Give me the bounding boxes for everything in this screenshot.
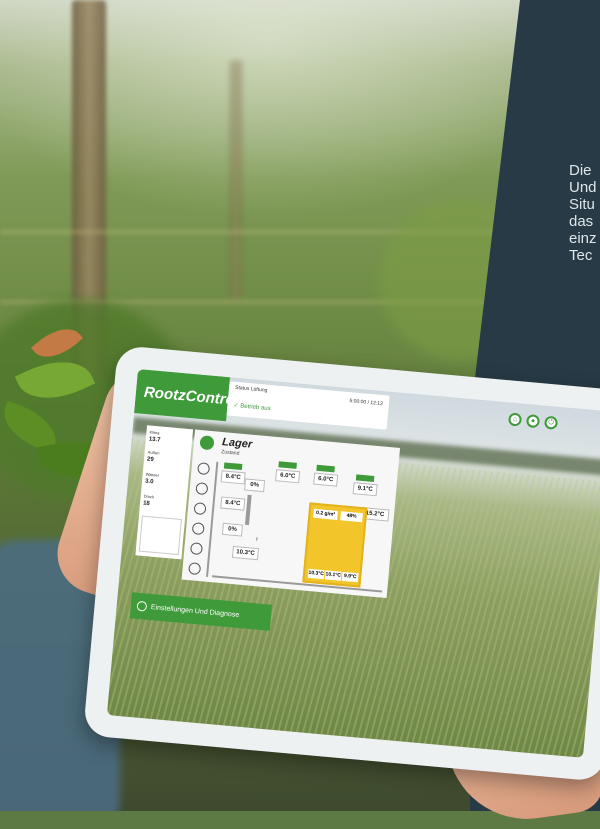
- sensor-icon[interactable]: [189, 542, 203, 556]
- wall-line: [206, 461, 219, 577]
- heater-icon[interactable]: [193, 502, 207, 516]
- climate-row-value: 3.0: [144, 478, 154, 486]
- settings-label: Einstellungen Und Diagnose: [150, 603, 240, 619]
- leaf-logo-icon: [199, 435, 215, 451]
- home-icon[interactable]: ⌂: [507, 412, 523, 427]
- temp-value: 8.4°C: [220, 496, 246, 511]
- climate-row-label: Wasser: [145, 471, 160, 478]
- climate-row-label: Druck: [143, 493, 155, 500]
- percent-value: 0%: [221, 522, 243, 537]
- status-header: Status Lüftung ✓ Betrieb aus 5:00:00 / 1…: [226, 381, 390, 430]
- climate-row-value: 29: [146, 456, 154, 464]
- climate-row-label: Außen: [147, 449, 160, 456]
- co2-value: 0.2 g/m³: [313, 508, 338, 520]
- panel-line: einz: [569, 230, 597, 247]
- app-brand: RootzControl: [134, 368, 240, 422]
- sensor-chip: [278, 461, 297, 469]
- climate-row-label: Klima: [149, 429, 160, 436]
- storage-bin-area: 0.2 g/m³ 48% 10.3°C 10.1°C 9.9°C: [302, 502, 368, 588]
- panel-text: Die Und Situ das einz Tec: [569, 162, 597, 264]
- climate-chart-box: [138, 515, 182, 556]
- valve-icon[interactable]: [191, 522, 205, 536]
- fan-icon[interactable]: [195, 482, 209, 496]
- user-icon[interactable]: ●: [525, 414, 541, 429]
- tree-trunk: [230, 60, 242, 300]
- temp-value: 9.1°C: [352, 482, 378, 497]
- tablet-screen: RootzControl Status Lüftung ✓ Betrieb au…: [106, 368, 600, 758]
- status-label: Status Lüftung: [234, 384, 268, 394]
- sensor-label: ÿ: [255, 535, 259, 542]
- sensor-chip: [223, 462, 243, 471]
- temp-value: 10.1°C: [324, 570, 342, 581]
- status-text: ✓ Betrieb aus: [233, 402, 271, 413]
- percent-value: 48%: [340, 511, 363, 523]
- panel-line: das: [569, 213, 594, 230]
- temp-value: 8.4°C: [220, 470, 246, 485]
- power-icon[interactable]: ⏻: [543, 415, 559, 430]
- temp-value: 9.9°C: [341, 571, 359, 583]
- panel-line: Und: [569, 179, 597, 196]
- gear-icon: [136, 600, 148, 612]
- storage-map: Lager Zustand 8.4°C 6.0°C 6.0°C 9.1°C 0%…: [181, 429, 401, 599]
- duct: [244, 494, 252, 526]
- panel-line: Die: [569, 162, 592, 179]
- map-subtitle: Zustand: [221, 449, 240, 457]
- status-time: 5:00:00 / 12:12: [349, 398, 384, 408]
- panel-line: Situ: [569, 196, 595, 213]
- tablet-body: RootzControl Status Lüftung ✓ Betrieb au…: [82, 345, 600, 782]
- temp-value: 6.0°C: [313, 472, 339, 487]
- temp-value: 10.3°C: [307, 568, 325, 580]
- temp-value: 6.0°C: [275, 469, 301, 484]
- fan-icon[interactable]: [197, 462, 211, 476]
- panel-line: Tec: [569, 247, 593, 264]
- climate-row-value: 18: [142, 500, 151, 508]
- temp-value: 10.3°C: [231, 545, 259, 561]
- pump-icon[interactable]: [188, 562, 202, 576]
- percent-value: 0%: [244, 478, 266, 493]
- climate-row-value: 13.7: [148, 436, 161, 444]
- sensor-chip: [316, 464, 335, 473]
- sensor-chip: [355, 474, 375, 482]
